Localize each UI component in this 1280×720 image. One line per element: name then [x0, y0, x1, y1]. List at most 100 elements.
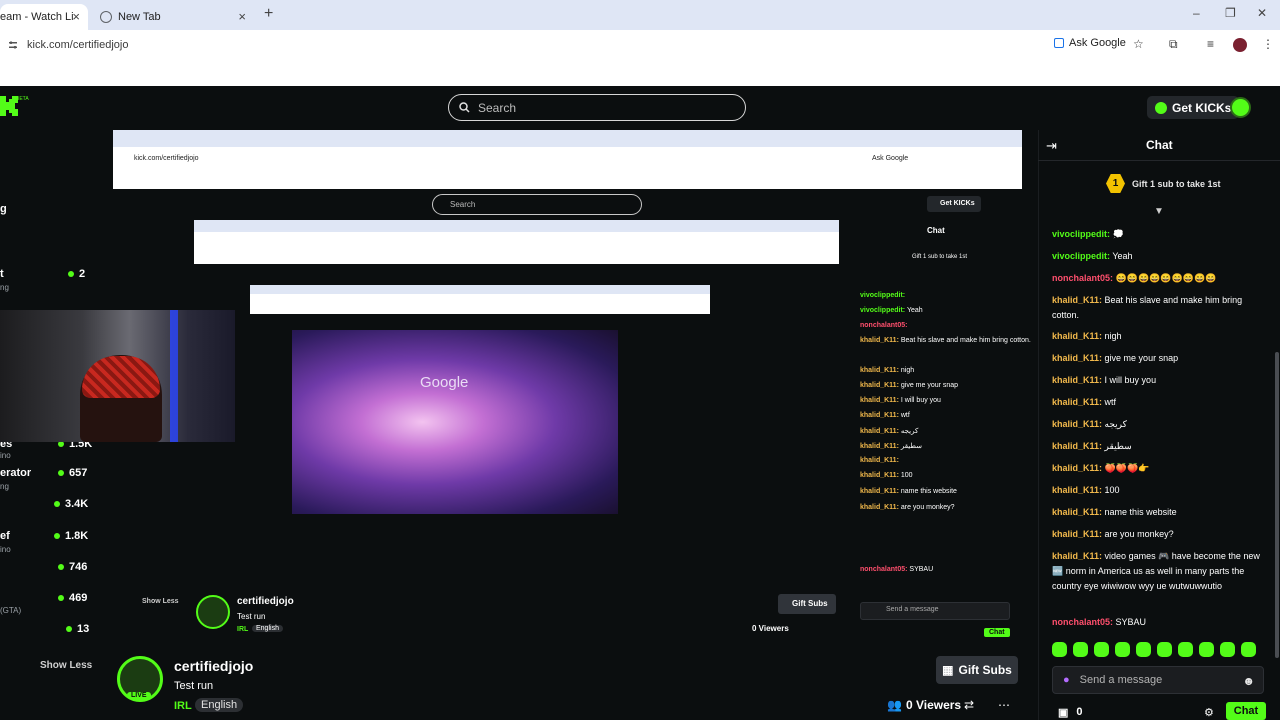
sidebar-item-label[interactable]: erator — [0, 467, 31, 479]
sidebar-item-label[interactable]: t — [0, 268, 4, 280]
reading-list-icon[interactable]: ≡ — [1207, 37, 1214, 51]
tab-title: eam - Watch Li — [0, 11, 74, 23]
send-message-input[interactable]: ● Send a message ☻ — [1052, 666, 1264, 694]
chat-message[interactable]: khalid_K11: 100 — [1052, 483, 1270, 498]
sidebar-viewer-count: 13 — [66, 623, 89, 635]
chat-message[interactable]: khalid_K11: video games 🎮 have become th… — [1052, 549, 1270, 594]
globe-icon — [100, 11, 112, 23]
bookmark-star-icon[interactable]: ☆ — [1133, 37, 1144, 51]
chat-message[interactable]: khalid_K11: wtf — [1052, 395, 1270, 410]
sidebar-item-label[interactable]: g — [0, 203, 7, 215]
stream-video-player[interactable]: kick.com/certifiedjojo Ask Google Search… — [112, 130, 1034, 644]
chat-settings-icon[interactable]: ⚙ — [1204, 706, 1214, 719]
sidebar-viewer-count: 2 — [68, 268, 85, 280]
emote-icon[interactable] — [1094, 642, 1109, 657]
more-options-icon[interactable]: ⋯ — [998, 698, 1010, 712]
nested-google-logo: Google — [420, 374, 469, 391]
minimize-button[interactable]: – — [1193, 6, 1200, 20]
search-icon — [459, 102, 470, 113]
emote-icon[interactable] — [1073, 642, 1088, 657]
language-tag[interactable]: English — [195, 698, 244, 712]
tab-close-icon[interactable]: × — [238, 9, 246, 24]
category-link[interactable]: IRL — [174, 700, 192, 712]
points-icon: ▣ — [1058, 707, 1069, 719]
emote-icon[interactable] — [1220, 642, 1235, 657]
chat-message[interactable]: vivoclippedit: Yeah — [1052, 249, 1270, 264]
ask-google-button[interactable]: Ask Google — [1054, 37, 1126, 49]
gift-hex-icon: 1 — [1106, 174, 1125, 193]
gift-sub-banner[interactable]: 1 Gift 1 sub to take 1st — [1106, 174, 1221, 193]
emote-icon[interactable] — [1052, 642, 1067, 657]
new-tab-button[interactable]: + — [264, 5, 273, 23]
send-chat-button[interactable]: Chat — [1226, 702, 1266, 720]
user-avatar[interactable] — [1230, 97, 1251, 118]
chat-message[interactable]: khalid_K11: Beat his slave and make him … — [1052, 293, 1270, 323]
share-icon[interactable]: ⇄ — [964, 698, 974, 712]
nested-streamer-name: certifiedjojo — [237, 596, 294, 607]
live-dot-icon — [54, 533, 60, 539]
get-kicks-button[interactable]: Get KICKs — [1147, 96, 1240, 119]
gift-icon: ▦ — [942, 663, 954, 677]
chat-scrollbar[interactable] — [1275, 352, 1279, 658]
nested-url: kick.com/certifiedjojo — [134, 155, 199, 162]
emoji-icon[interactable]: ☻ — [1242, 674, 1255, 688]
emote-icon[interactable] — [1241, 642, 1256, 657]
galaxy-background-image: Google — [292, 330, 618, 514]
tab-close-icon[interactable]: × — [72, 9, 80, 24]
chat-message[interactable]: nonchalant05: SYBAU — [1052, 615, 1270, 630]
chat-message[interactable]: khalid_K11: كريجه — [1052, 417, 1270, 432]
sidebar-item-category: ng — [0, 482, 9, 491]
quick-emote-row — [1052, 642, 1256, 657]
cast-icon[interactable]: ⧉ — [1169, 37, 1178, 52]
nested-streamer-avatar — [196, 595, 230, 629]
chat-message[interactable]: khalid_K11: name this website — [1052, 505, 1270, 520]
nested-browser-addressbar-3 — [250, 294, 710, 314]
site-info-icon[interactable] — [8, 40, 18, 50]
chat-message[interactable]: vivoclippedit: 💭 — [1052, 227, 1270, 242]
lens-icon — [1054, 38, 1064, 48]
chat-message[interactable]: khalid_K11: are you monkey? — [1052, 527, 1270, 542]
chat-message[interactable]: nonchalant05: 😄😄😄😄😄😄😄😄😄 — [1052, 271, 1270, 286]
tab-new-tab[interactable]: New Tab × — [100, 4, 254, 30]
browser-menu-icon[interactable]: ⋮ — [1262, 37, 1274, 51]
microphone-icon[interactable]: ● — [1063, 674, 1070, 686]
tab-kick[interactable]: eam - Watch Li × — [0, 4, 88, 30]
search-input[interactable]: Search — [448, 94, 746, 121]
restore-button[interactable]: ❐ — [1225, 6, 1236, 20]
browser-tab-bar: eam - Watch Li × New Tab × + – ❐ ✕ — [0, 0, 1280, 30]
collapse-chat-icon[interactable]: ⇥ — [1046, 138, 1057, 154]
nested-browser-tabbar-2 — [194, 220, 839, 232]
emote-icon[interactable] — [1136, 642, 1151, 657]
streamer-name[interactable]: certifiedjojo — [174, 658, 253, 674]
sidebar-item-label[interactable]: ef — [0, 530, 10, 542]
chat-message[interactable]: khalid_K11: give me your snap — [1052, 351, 1270, 366]
pinned-messages-icon[interactable]: ▼ — [1154, 206, 1164, 217]
live-dot-icon — [54, 501, 60, 507]
profile-avatar[interactable] — [1233, 38, 1247, 52]
url-text[interactable]: kick.com/certifiedjojo — [27, 39, 128, 51]
close-window-button[interactable]: ✕ — [1257, 6, 1267, 20]
emote-icon[interactable] — [1157, 642, 1172, 657]
nested-show-less: Show Less — [142, 598, 179, 605]
channel-points[interactable]: ▣ 0 — [1058, 706, 1083, 719]
search-placeholder: Search — [478, 100, 517, 115]
stream-title: Test run — [174, 680, 214, 692]
chat-message[interactable]: khalid_K11: I will buy you — [1052, 373, 1270, 388]
emote-icon[interactable] — [1178, 642, 1193, 657]
chat-message[interactable]: khalid_K11: 🍑🍑🍑👉 — [1052, 461, 1270, 476]
chat-message[interactable]: khalid_K11: سطيقر — [1052, 439, 1270, 454]
nested-ask-google: Ask Google — [872, 155, 909, 162]
nested-chat-title: Chat — [927, 226, 945, 235]
ask-google-label: Ask Google — [1069, 37, 1126, 49]
gift-subs-label: Gift Subs — [958, 663, 1012, 677]
show-less-button[interactable]: Show Less — [40, 660, 92, 671]
nested-browser-addressbar — [113, 147, 1022, 189]
sidebar-item-category: ng — [0, 283, 9, 292]
emote-icon[interactable] — [1115, 642, 1130, 657]
page-top-strip — [0, 60, 1280, 86]
chat-message[interactable]: khalid_K11: nigh — [1052, 329, 1270, 344]
emote-icon[interactable] — [1199, 642, 1214, 657]
webcam-bonnet — [82, 356, 160, 398]
gift-subs-button[interactable]: ▦ Gift Subs — [936, 656, 1018, 684]
gift-banner-text: Gift 1 sub to take 1st — [1132, 178, 1221, 189]
